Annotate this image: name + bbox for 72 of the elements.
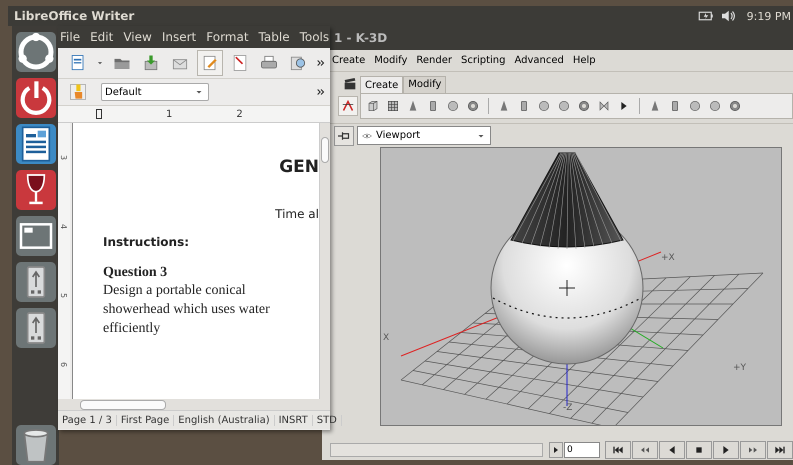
question-text: Design a portable conical showerhead which uses water efficiently xyxy=(103,282,271,338)
skip-back-icon[interactable] xyxy=(605,441,631,460)
dropdown-value: Viewport xyxy=(376,130,422,142)
chevron-icon[interactable] xyxy=(316,58,326,68)
axis-label: -Z xyxy=(563,403,572,414)
ruler-number: 2 xyxy=(236,108,243,120)
ruler-number: 1 xyxy=(166,108,172,120)
ruler-number: 3 xyxy=(60,154,68,160)
mesh-model-drawing[interactable] xyxy=(490,152,644,365)
question-heading: Question 3 xyxy=(103,265,168,281)
menu-item[interactable]: Render xyxy=(416,54,452,66)
viewport[interactable]: +X X +Y -Z xyxy=(380,147,782,426)
window-icon[interactable] xyxy=(16,216,56,256)
usb-drive-icon[interactable] xyxy=(16,308,56,348)
document-icon[interactable] xyxy=(16,124,56,164)
axis-label: X xyxy=(383,333,390,344)
step-forward-icon[interactable] xyxy=(740,441,766,460)
document-text: Time al xyxy=(275,207,319,221)
tab-stop-marker xyxy=(96,109,102,119)
menu-item[interactable]: Insert xyxy=(162,30,196,44)
window-title: LibreOffice Writer xyxy=(13,9,134,23)
play-icon[interactable] xyxy=(549,442,563,458)
reverse-icon[interactable] xyxy=(659,441,685,460)
menu-item[interactable]: Format xyxy=(206,30,249,44)
tab[interactable]: Create xyxy=(360,76,404,94)
pin-icon[interactable] xyxy=(334,126,354,146)
tab[interactable]: Modify xyxy=(403,76,446,94)
status-item: STD xyxy=(312,414,342,426)
trash-icon[interactable] xyxy=(16,425,56,465)
scroll-thumb[interactable] xyxy=(80,400,166,410)
stop-icon[interactable] xyxy=(686,441,712,460)
status-item: First Page xyxy=(116,414,174,426)
ruler-number: 5 xyxy=(60,292,68,298)
menu-item[interactable]: Table xyxy=(258,30,290,44)
axis-label: +X xyxy=(661,253,675,264)
paragraph-style-dropdown[interactable]: Default xyxy=(101,83,209,101)
step-back-icon[interactable] xyxy=(632,441,658,460)
clock[interactable]: 9:19 PM xyxy=(746,10,791,22)
menu-item[interactable]: Edit xyxy=(90,30,114,44)
wine-glass-icon[interactable] xyxy=(16,170,56,210)
clapper-icon[interactable] xyxy=(342,76,358,92)
menu-item[interactable]: Scripting xyxy=(460,54,506,66)
menu-item[interactable]: File xyxy=(60,30,80,44)
menu-item[interactable]: Modify xyxy=(374,54,408,66)
skip-forward-icon[interactable] xyxy=(767,441,793,460)
menu-item[interactable]: Advanced xyxy=(514,54,564,66)
status-item: INSRT xyxy=(274,414,313,426)
window-title: 1 - K-3D xyxy=(334,30,388,45)
tool-icon[interactable] xyxy=(338,96,358,116)
menu-item[interactable]: Create xyxy=(332,54,366,66)
timeline-track[interactable] xyxy=(330,443,543,458)
status-item: English (Australia) xyxy=(174,414,275,426)
ruler-number: 4 xyxy=(60,224,68,230)
menu-item[interactable]: Tools xyxy=(300,30,330,44)
frame-field[interactable]: 0 xyxy=(564,442,600,458)
power-icon[interactable] xyxy=(16,78,56,118)
document-text: Instructions: xyxy=(103,235,190,249)
edit-icon[interactable] xyxy=(197,50,223,76)
chevron-icon[interactable] xyxy=(316,87,326,97)
play-icon[interactable] xyxy=(713,441,739,460)
ubuntu-logo-icon[interactable] xyxy=(16,32,56,72)
viewport-dropdown[interactable]: Viewport xyxy=(357,126,491,146)
status-item: Page 1 / 3 xyxy=(58,414,117,426)
menu-item[interactable]: View xyxy=(123,30,152,44)
menu-item[interactable]: Help xyxy=(572,54,596,66)
usb-drive-icon[interactable] xyxy=(16,262,56,302)
vertical-scrollbar[interactable] xyxy=(319,123,330,399)
scroll-thumb[interactable] xyxy=(321,137,329,163)
axis-label: +Y xyxy=(733,363,746,374)
ruler-number: 6 xyxy=(60,362,68,368)
document-heading: GEN xyxy=(279,157,319,177)
horizontal-scrollbar[interactable] xyxy=(58,399,330,410)
